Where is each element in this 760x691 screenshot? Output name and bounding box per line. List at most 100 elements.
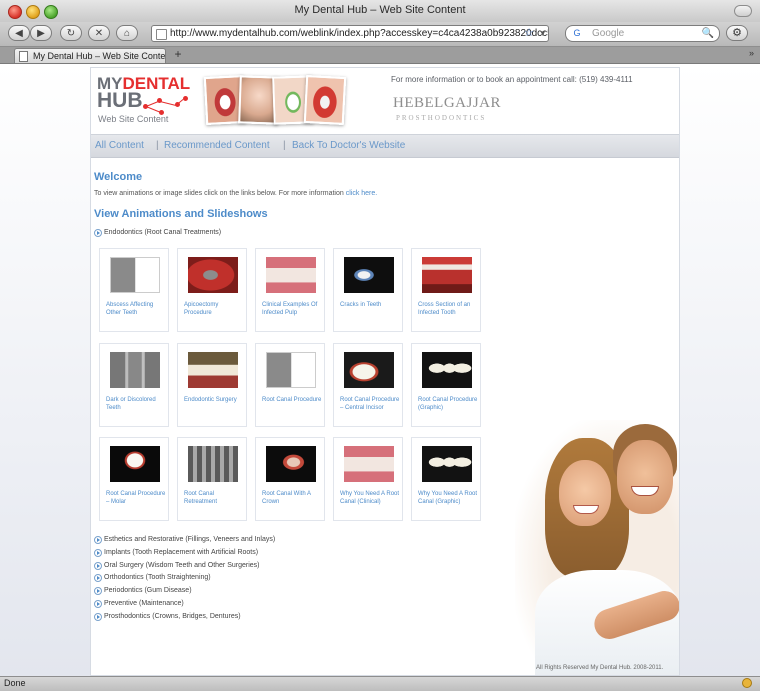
animation-card[interactable]: Root Canal Procedure (Graphic): [411, 343, 481, 427]
toolbar-toggle-button[interactable]: [734, 5, 752, 17]
category-label: Endodontics (Root Canal Treatments): [104, 229, 222, 236]
category-label: Oral Surgery (Wisdom Teeth and Other Sur…: [104, 561, 260, 569]
animation-card[interactable]: Root Canal Procedure – Central Incisor: [333, 343, 403, 427]
animation-link[interactable]: Cross Section of an Infected Tooth: [418, 301, 480, 317]
window-title: My Dental Hub – Web Site Content: [294, 4, 466, 16]
stop-button[interactable]: ✕: [88, 25, 110, 41]
category-item[interactable]: Orthodontics (Tooth Straightening): [94, 573, 211, 583]
category-label: Preventive (Maintenance): [104, 600, 184, 607]
practice-logo[interactable]: HEBELGAJJAR: [393, 95, 501, 112]
document-icon: [19, 51, 28, 62]
animation-thumbnail[interactable]: [422, 257, 472, 293]
contact-info: For more information or to book an appoi…: [391, 75, 633, 84]
animation-link[interactable]: Clinical Examples Of Infected Pulp: [262, 301, 324, 317]
animation-thumbnail[interactable]: [266, 446, 316, 482]
category-item[interactable]: Prosthodontics (Crowns, Bridges, Denture…: [94, 612, 241, 622]
header-photo-strip: [203, 72, 347, 126]
animation-thumbnail[interactable]: [344, 446, 394, 482]
animation-link[interactable]: Root Canal Procedure – Molar: [106, 490, 168, 506]
welcome-heading: Welcome: [94, 171, 143, 183]
animation-thumbnail[interactable]: [110, 257, 160, 293]
animation-card[interactable]: Root Canal With A Crown: [255, 437, 325, 521]
nav-separator: |: [283, 140, 286, 151]
animation-thumbnail[interactable]: [266, 352, 316, 388]
animation-link[interactable]: Root Canal With A Crown: [262, 490, 324, 506]
animation-link[interactable]: Root Canal Procedure: [262, 396, 324, 404]
nav-recommended-content[interactable]: Recommended Content: [164, 135, 270, 156]
expand-arrow-icon: [94, 561, 102, 570]
animation-card[interactable]: Endodontic Surgery: [177, 343, 247, 427]
animation-link[interactable]: Dark or Discolored Teeth: [106, 396, 168, 412]
animation-thumbnail[interactable]: [344, 352, 394, 388]
back-button[interactable]: ◀: [8, 25, 30, 41]
mydentalhub-logo[interactable]: MYDENTAL HUB Web Site Content: [97, 74, 193, 126]
tab-my-dental-hub[interactable]: My Dental Hub – Web Site Content: [14, 48, 166, 63]
animation-link[interactable]: Endodontic Surgery: [184, 396, 246, 404]
animation-card[interactable]: Dark or Discolored Teeth: [99, 343, 169, 427]
animation-thumbnail[interactable]: [110, 352, 160, 388]
url-text: http://www.mydentalhub.com/weblink/index…: [170, 28, 549, 39]
search-icon[interactable]: 🔍: [702, 26, 714, 41]
nav-all-content[interactable]: All Content: [95, 135, 144, 156]
animation-thumbnail[interactable]: [188, 257, 238, 293]
bookmark-star-icon[interactable]: ☆: [524, 26, 534, 41]
stop-icon: ✕: [94, 28, 104, 39]
animation-card[interactable]: Why You Need A Root Canal (Clinical): [333, 437, 403, 521]
nav-back-to-doctor[interactable]: Back To Doctor's Website: [292, 135, 405, 156]
practice-specialty: PROSTHODONTICS: [396, 114, 487, 122]
gear-icon: ⚙: [732, 27, 742, 39]
url-dropdown-icon[interactable]: ▾: [540, 26, 545, 41]
animation-card[interactable]: Why You Need A Root Canal (Graphic): [411, 437, 481, 521]
category-endodontics[interactable]: Endodontics (Root Canal Treatments): [94, 228, 221, 238]
animation-card[interactable]: Root Canal Procedure – Molar: [99, 437, 169, 521]
category-label: Orthodontics (Tooth Straightening): [104, 574, 211, 582]
animation-card[interactable]: Cross Section of an Infected Tooth: [411, 248, 481, 332]
animation-link[interactable]: Cracks in Teeth: [340, 301, 402, 309]
content-nav: All Content | Recommended Content | Back…: [91, 134, 679, 158]
reload-button[interactable]: ↻: [60, 25, 82, 41]
browser-toolbar: ◀ ▶ ↻ ✕ ⌂ http://www.mydentalhub.com/web…: [0, 22, 760, 47]
new-tab-button[interactable]: +: [170, 48, 186, 62]
addon-status-icon[interactable]: [742, 678, 752, 688]
animation-thumbnail[interactable]: [422, 446, 472, 482]
category-item[interactable]: Implants (Tooth Replacement with Artific…: [94, 548, 258, 558]
animation-thumbnail[interactable]: [110, 446, 160, 482]
animation-link[interactable]: Why You Need A Root Canal (Graphic): [418, 490, 480, 506]
home-button[interactable]: ⌂: [116, 25, 138, 41]
forward-button[interactable]: ▶: [30, 25, 52, 41]
animation-card[interactable]: Root Canal Procedure: [255, 343, 325, 427]
settings-button[interactable]: ⚙: [726, 25, 748, 41]
animation-thumbnail[interactable]: [188, 446, 238, 482]
category-item[interactable]: Esthetics and Restorative (Fillings, Ven…: [94, 535, 275, 545]
animation-thumbnail[interactable]: [188, 352, 238, 388]
animation-card[interactable]: Root Canal Retreatment: [177, 437, 247, 521]
animation-link[interactable]: Why You Need A Root Canal (Clinical): [340, 490, 402, 506]
search-engine-selector[interactable]: G: [565, 25, 589, 42]
animations-heading: View Animations and Slideshows: [94, 208, 268, 220]
animation-link[interactable]: Root Canal Procedure (Graphic): [418, 396, 480, 412]
animation-card[interactable]: Clinical Examples Of Infected Pulp: [255, 248, 325, 332]
animation-thumbnail[interactable]: [422, 352, 472, 388]
url-field[interactable]: http://www.mydentalhub.com/weblink/index…: [151, 25, 549, 42]
animation-card[interactable]: Cracks in Teeth: [333, 248, 403, 332]
tab-bar: My Dental Hub – Web Site Content + »: [0, 47, 760, 64]
category-item[interactable]: Oral Surgery (Wisdom Teeth and Other Sur…: [94, 561, 260, 571]
animation-card[interactable]: Abscess Affecting Other Teeth: [99, 248, 169, 332]
animation-link[interactable]: Abscess Affecting Other Teeth: [106, 301, 168, 317]
animation-thumbnail[interactable]: [344, 257, 394, 293]
animation-card[interactable]: Apicoectomy Procedure: [177, 248, 247, 332]
category-item[interactable]: Periodontics (Gum Disease): [94, 586, 192, 596]
more-info-link[interactable]: click here.: [346, 190, 378, 197]
search-input[interactable]: Google 🔍: [588, 25, 720, 42]
animation-link[interactable]: Root Canal Retreatment: [184, 490, 246, 506]
animation-link[interactable]: Root Canal Procedure – Central Incisor: [340, 396, 402, 412]
expand-arrow-icon: [94, 587, 102, 596]
tab-overflow-button[interactable]: »: [749, 48, 754, 58]
page-viewport: MYDENTAL HUB Web Site Content For more i…: [0, 64, 760, 676]
footer-copyright: All Rights Reserved My Dental Hub. 2008-…: [536, 665, 664, 671]
intro-body: To view animations or image slides click…: [94, 190, 346, 197]
category-item[interactable]: Preventive (Maintenance): [94, 599, 184, 609]
animation-thumbnail[interactable]: [266, 257, 316, 293]
expand-arrow-icon: [94, 229, 102, 237]
animation-link[interactable]: Apicoectomy Procedure: [184, 301, 246, 317]
